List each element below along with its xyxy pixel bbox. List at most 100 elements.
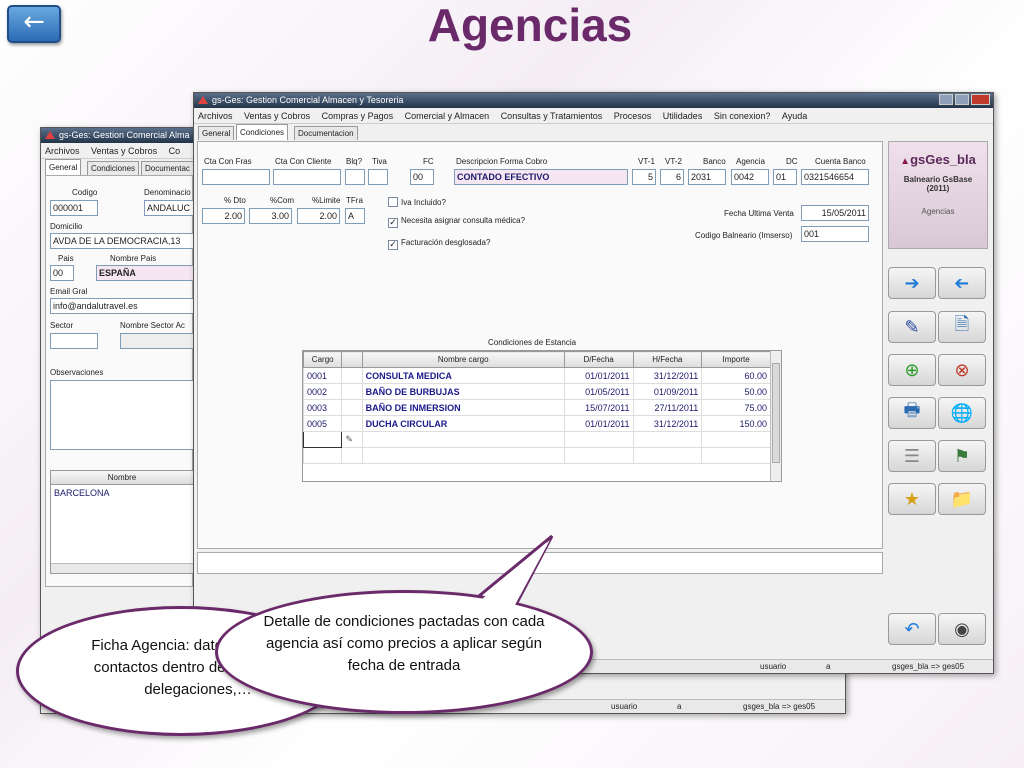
maximize-icon[interactable] <box>955 94 969 105</box>
col-d-fecha[interactable]: D/Fecha <box>563 351 634 368</box>
tab-documentacion[interactable]: Documentacion <box>294 126 358 140</box>
list-item[interactable]: BARCELONA <box>51 485 193 501</box>
cell-blank <box>341 383 363 400</box>
cell-empty <box>701 431 771 448</box>
back-menu-co[interactable]: Co <box>169 143 181 158</box>
cta-con-fras-field[interactable] <box>202 169 270 185</box>
back-tab-condiciones[interactable]: Condiciones <box>87 161 140 175</box>
menu-procesos[interactable]: Procesos <box>614 108 652 123</box>
menu-ventas-cobros[interactable]: Ventas y Cobros <box>244 108 310 123</box>
menu-archivos[interactable]: Archivos <box>198 108 233 123</box>
fc-field[interactable]: 00 <box>410 169 434 185</box>
layers-button[interactable]: ☰ <box>888 440 936 472</box>
cell-cargo: 0001 <box>302 367 343 384</box>
tfra-field[interactable]: A <box>345 208 365 224</box>
pais-field[interactable]: 00 <box>50 265 74 281</box>
menu-consultas[interactable]: Consultas y Tratamientos <box>501 108 603 123</box>
menu-utilidades[interactable]: Utilidades <box>663 108 703 123</box>
condiciones-estancia-title: Condiciones de Estancia <box>488 338 577 347</box>
table-row[interactable]: 0005 DUCHA CIRCULAR 01/01/2011 31/12/201… <box>302 415 771 432</box>
banco-field[interactable]: 2031 <box>688 169 726 185</box>
checkbox-box[interactable] <box>388 197 398 207</box>
delete-record-button[interactable]: ⊗ <box>938 354 986 386</box>
iva-incluido-checkbox[interactable]: Iva Incluido? <box>388 197 446 207</box>
limite-field[interactable]: 2.00 <box>297 208 340 224</box>
codigo-balneario-field[interactable]: 001 <box>801 226 869 242</box>
cell-empty <box>302 447 343 464</box>
table-row-new[interactable]: ✎ <box>302 431 771 448</box>
col-cargo[interactable]: Cargo <box>302 351 343 368</box>
favorite-folder-button[interactable]: ★ <box>888 483 936 515</box>
edit-pencil-icon[interactable]: ✎ <box>341 431 363 448</box>
tab-general[interactable]: General <box>198 126 235 140</box>
fecha-ultima-venta-field[interactable]: 15/05/2011 <box>801 205 869 221</box>
col-nombre-cargo[interactable]: Nombre cargo <box>361 351 565 368</box>
horizontal-scrollbar[interactable] <box>51 563 193 573</box>
vt2-field[interactable]: 6 <box>660 169 684 185</box>
consulta-medica-checkbox[interactable]: ✓ Necesita asignar consulta médica? <box>388 216 525 228</box>
table-row[interactable]: 0003 BAÑO DE INMERSION 15/07/2011 27/11/… <box>302 399 771 416</box>
app-logo-icon <box>198 96 208 104</box>
folder-button[interactable]: 📁 <box>938 483 986 515</box>
email-field[interactable]: info@andalutravel.es <box>50 298 194 314</box>
vertical-scrollbar[interactable] <box>770 351 781 481</box>
blq-field[interactable] <box>345 169 365 185</box>
codigo-field[interactable]: 000001 <box>50 200 98 216</box>
back-tab-documentacion[interactable]: Documentac <box>141 161 194 175</box>
col-importe[interactable]: Importe <box>701 351 771 368</box>
menu-compras-pagos[interactable]: Compras y Pagos <box>322 108 394 123</box>
new-row-cargo-input[interactable] <box>302 431 343 448</box>
label-codigo-balneario: Codigo Balneario (Imserso) <box>695 231 793 240</box>
observaciones-textarea[interactable] <box>50 380 194 450</box>
web-globe-button[interactable]: 🌐 <box>938 397 986 429</box>
front-tabs: General Condiciones Documentacion <box>194 124 993 140</box>
back-menu-ventas[interactable]: Ventas y Cobros <box>91 143 157 158</box>
label-agencia: Agencia <box>736 157 765 166</box>
facturacion-desglosada-checkbox[interactable]: ✓ Facturación desglosada? <box>388 238 490 250</box>
undo-button[interactable]: ↶ <box>888 613 936 645</box>
export-document-button[interactable]: 🗎 <box>938 311 986 343</box>
checkbox-checked-icon[interactable]: ✓ <box>388 218 398 228</box>
minimize-icon[interactable] <box>939 94 953 105</box>
domicilio-field[interactable]: AVDA DE LA DEMOCRACIA,13 <box>50 233 194 249</box>
cell-empty <box>632 447 703 464</box>
label-dc: DC <box>786 157 798 166</box>
denominacion-field[interactable]: ANDALUC <box>144 200 194 216</box>
cell-d-fecha: 01/01/2011 <box>563 367 634 384</box>
col-h-fecha[interactable]: H/Fecha <box>632 351 703 368</box>
close-icon[interactable] <box>971 94 990 105</box>
sector-field[interactable] <box>50 333 98 349</box>
dc-field[interactable]: 01 <box>773 169 797 185</box>
cuenta-banco-field[interactable]: 0321546654 <box>801 169 869 185</box>
label-limite: %Limite <box>312 196 341 205</box>
checkbox-checked-icon[interactable]: ✓ <box>388 240 398 250</box>
vt1-field[interactable]: 5 <box>632 169 656 185</box>
back-menu-archivos[interactable]: Archivos <box>45 143 80 158</box>
com-field[interactable]: 3.00 <box>249 208 292 224</box>
cell-d-fecha: 15/07/2011 <box>563 399 634 416</box>
table-row[interactable]: 0002 BAÑO DE BURBUJAS 01/05/2011 01/09/2… <box>302 383 771 400</box>
scrollbar-thumb[interactable] <box>772 363 780 463</box>
next-arrow-button[interactable]: ➔ <box>888 267 936 299</box>
print-document-button[interactable]: 🖶 <box>888 397 936 429</box>
prev-arrow-button[interactable]: ➔ <box>938 267 986 299</box>
label-vt2: VT-2 <box>665 157 682 166</box>
tab-condiciones[interactable]: Condiciones <box>236 124 289 140</box>
tiva-field[interactable] <box>368 169 388 185</box>
back-tab-general[interactable]: General <box>45 159 82 175</box>
map-button[interactable]: ⚑ <box>938 440 986 472</box>
agencia-field[interactable]: 0042 <box>731 169 769 185</box>
menu-ayuda[interactable]: Ayuda <box>782 108 807 123</box>
edit-pen-button[interactable]: ✎ <box>888 311 936 343</box>
search-binoculars-button[interactable]: ◉ <box>938 613 986 645</box>
dto-field[interactable]: 2.00 <box>202 208 245 224</box>
nombre-pais-field: ESPAÑA <box>96 265 194 281</box>
cell-empty <box>701 447 771 464</box>
table-row[interactable]: 0001 CONSULTA MEDICA 01/01/2011 31/12/20… <box>302 367 771 384</box>
condiciones-table-container: Cargo Nombre cargo D/Fecha H/Fecha Impor… <box>302 350 782 482</box>
add-record-button[interactable]: ⊕ <box>888 354 936 386</box>
menu-comercial-almacen[interactable]: Comercial y Almacen <box>405 108 490 123</box>
back-arrow-button[interactable]: ← <box>7 5 61 43</box>
cta-con-cliente-field[interactable] <box>273 169 341 185</box>
menu-sin-conexion[interactable]: Sin conexion? <box>714 108 771 123</box>
